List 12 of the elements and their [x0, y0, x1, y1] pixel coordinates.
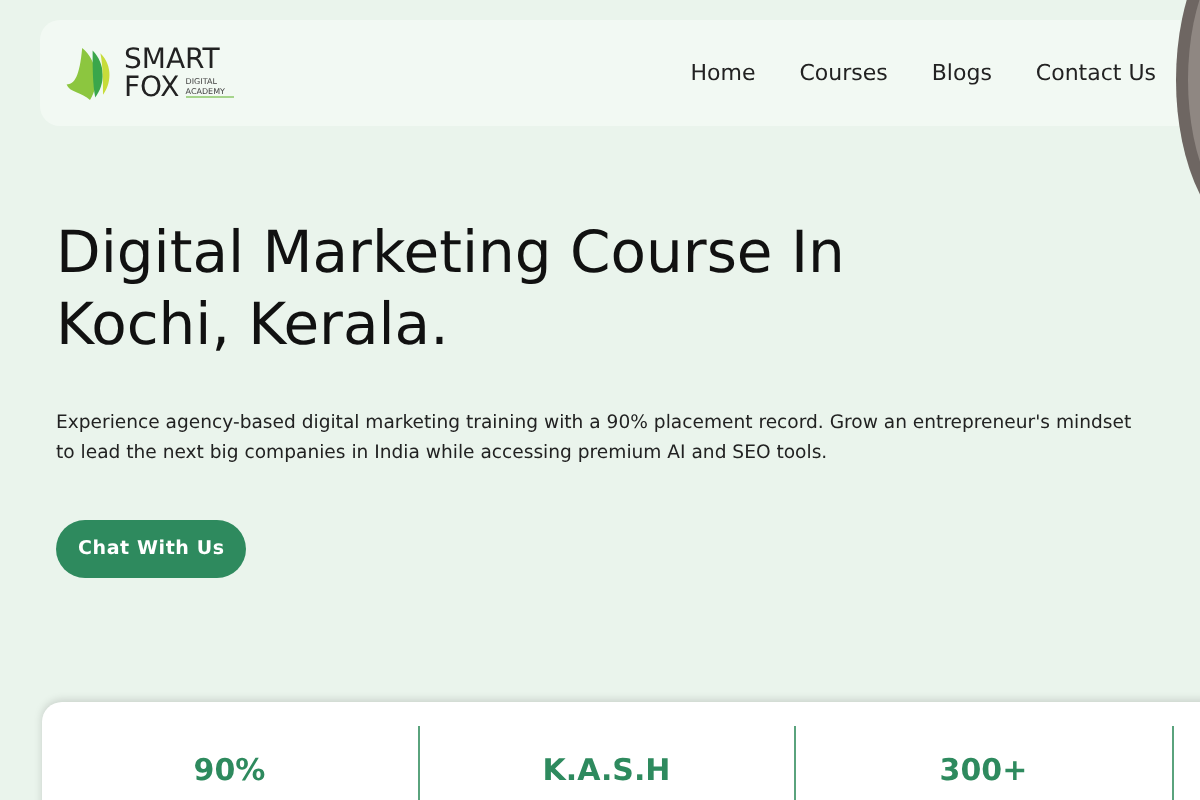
- nav-link[interactable]: Home: [690, 60, 756, 86]
- stat-value: 300+: [939, 754, 1028, 792]
- logo-wordmark: SMART: [124, 45, 220, 73]
- nav-link[interactable]: Blogs: [931, 60, 992, 86]
- nav-link[interactable]: Contact Us: [1035, 60, 1156, 86]
- chat-button[interactable]: Chat With Us: [56, 520, 247, 578]
- stat-value: K.A.S.H: [542, 754, 671, 792]
- logo-wordmark: FOX: [124, 73, 180, 101]
- hero-description: Experience agency-based digital marketing training with a 90% placement record. Grow an entrepreneur's mindset to lead the next big companies in India while accessing premium AI and SEO tools.: [56, 410, 1134, 468]
- stat-value: 90%: [193, 754, 266, 792]
- nav-link[interactable]: Courses: [799, 60, 888, 86]
- page-heading: Digital Marketing Course In Kochi, Kerala.: [56, 216, 847, 360]
